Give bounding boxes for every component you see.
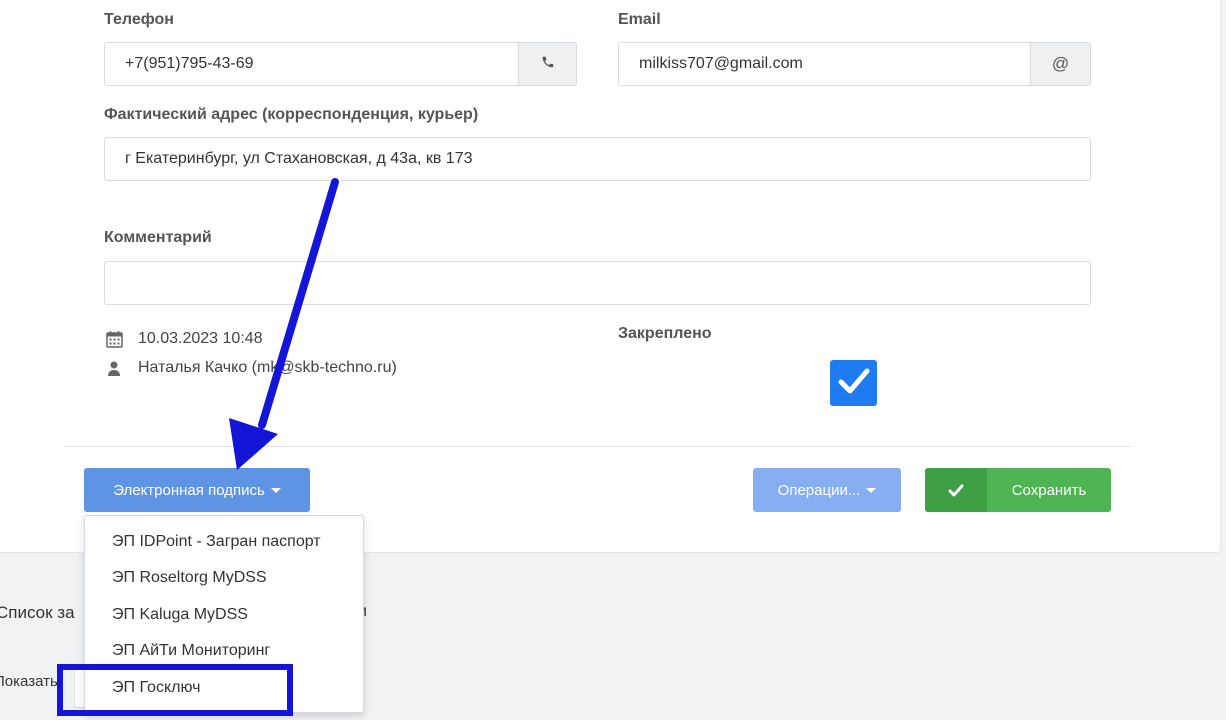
- check-icon: [925, 468, 987, 512]
- annotation-highlight-box: [57, 664, 293, 716]
- save-label: Сохранить: [1011, 481, 1087, 499]
- phone-icon: [541, 54, 555, 74]
- caret-down-icon: [270, 487, 281, 493]
- form-divider: [64, 446, 1131, 447]
- menu-item-kaluga[interactable]: ЭП Kaluga MyDSS: [112, 606, 248, 624]
- at-sign-icon: @: [1051, 54, 1070, 73]
- user-icon: [104, 360, 124, 377]
- email-field[interactable]: milkiss707@gmail.com: [618, 42, 1032, 86]
- phone-label: Телефон: [104, 11, 174, 28]
- phone-addon[interactable]: [518, 42, 577, 86]
- show-label: Показать: [0, 673, 58, 690]
- address-field[interactable]: г Екатеринбург, ул Стахановская, д 43а, …: [104, 137, 1091, 181]
- check-icon: [838, 367, 870, 400]
- phone-field[interactable]: +7(951)795-43-69: [104, 42, 520, 86]
- pinned-label: Закреплено: [618, 325, 712, 342]
- created-date-text: 10.03.2023 10:48: [138, 330, 263, 347]
- menu-item-it-monitoring[interactable]: ЭП АйТи Мониторинг: [112, 642, 270, 660]
- menu-item-idpoint[interactable]: ЭП IDPoint - Загран паспорт: [112, 533, 321, 551]
- address-label: Фактический адрес (корреспонденция, курь…: [104, 106, 479, 123]
- contact-form-card: Телефон +7(951)795-43-69 Email milkiss70…: [0, 0, 1221, 553]
- electronic-signature-button[interactable]: Электронная подпись: [84, 468, 310, 512]
- save-button[interactable]: Сохранить: [925, 468, 1111, 512]
- pinned-checkbox[interactable]: [830, 360, 877, 406]
- caret-down-icon: [866, 487, 877, 493]
- electronic-signature-label: Электронная подпись: [113, 481, 265, 499]
- comment-label: Комментарий: [104, 229, 212, 246]
- calendar-icon: [104, 330, 124, 348]
- created-by-text: Наталья Качко (mk@skb-techno.ru): [138, 359, 397, 376]
- menu-item-roseltorg[interactable]: ЭП Roseltorg MyDSS: [112, 569, 267, 587]
- list-title: Список за: [0, 603, 75, 622]
- comment-field[interactable]: [104, 261, 1091, 305]
- email-addon[interactable]: @: [1030, 42, 1091, 86]
- operations-button[interactable]: Операции...: [753, 468, 901, 512]
- created-by: Наталья Качко (mk@skb-techno.ru): [104, 359, 397, 377]
- email-label: Email: [618, 11, 661, 28]
- created-date: 10.03.2023 10:48: [104, 330, 263, 348]
- operations-label: Операции...: [777, 481, 861, 499]
